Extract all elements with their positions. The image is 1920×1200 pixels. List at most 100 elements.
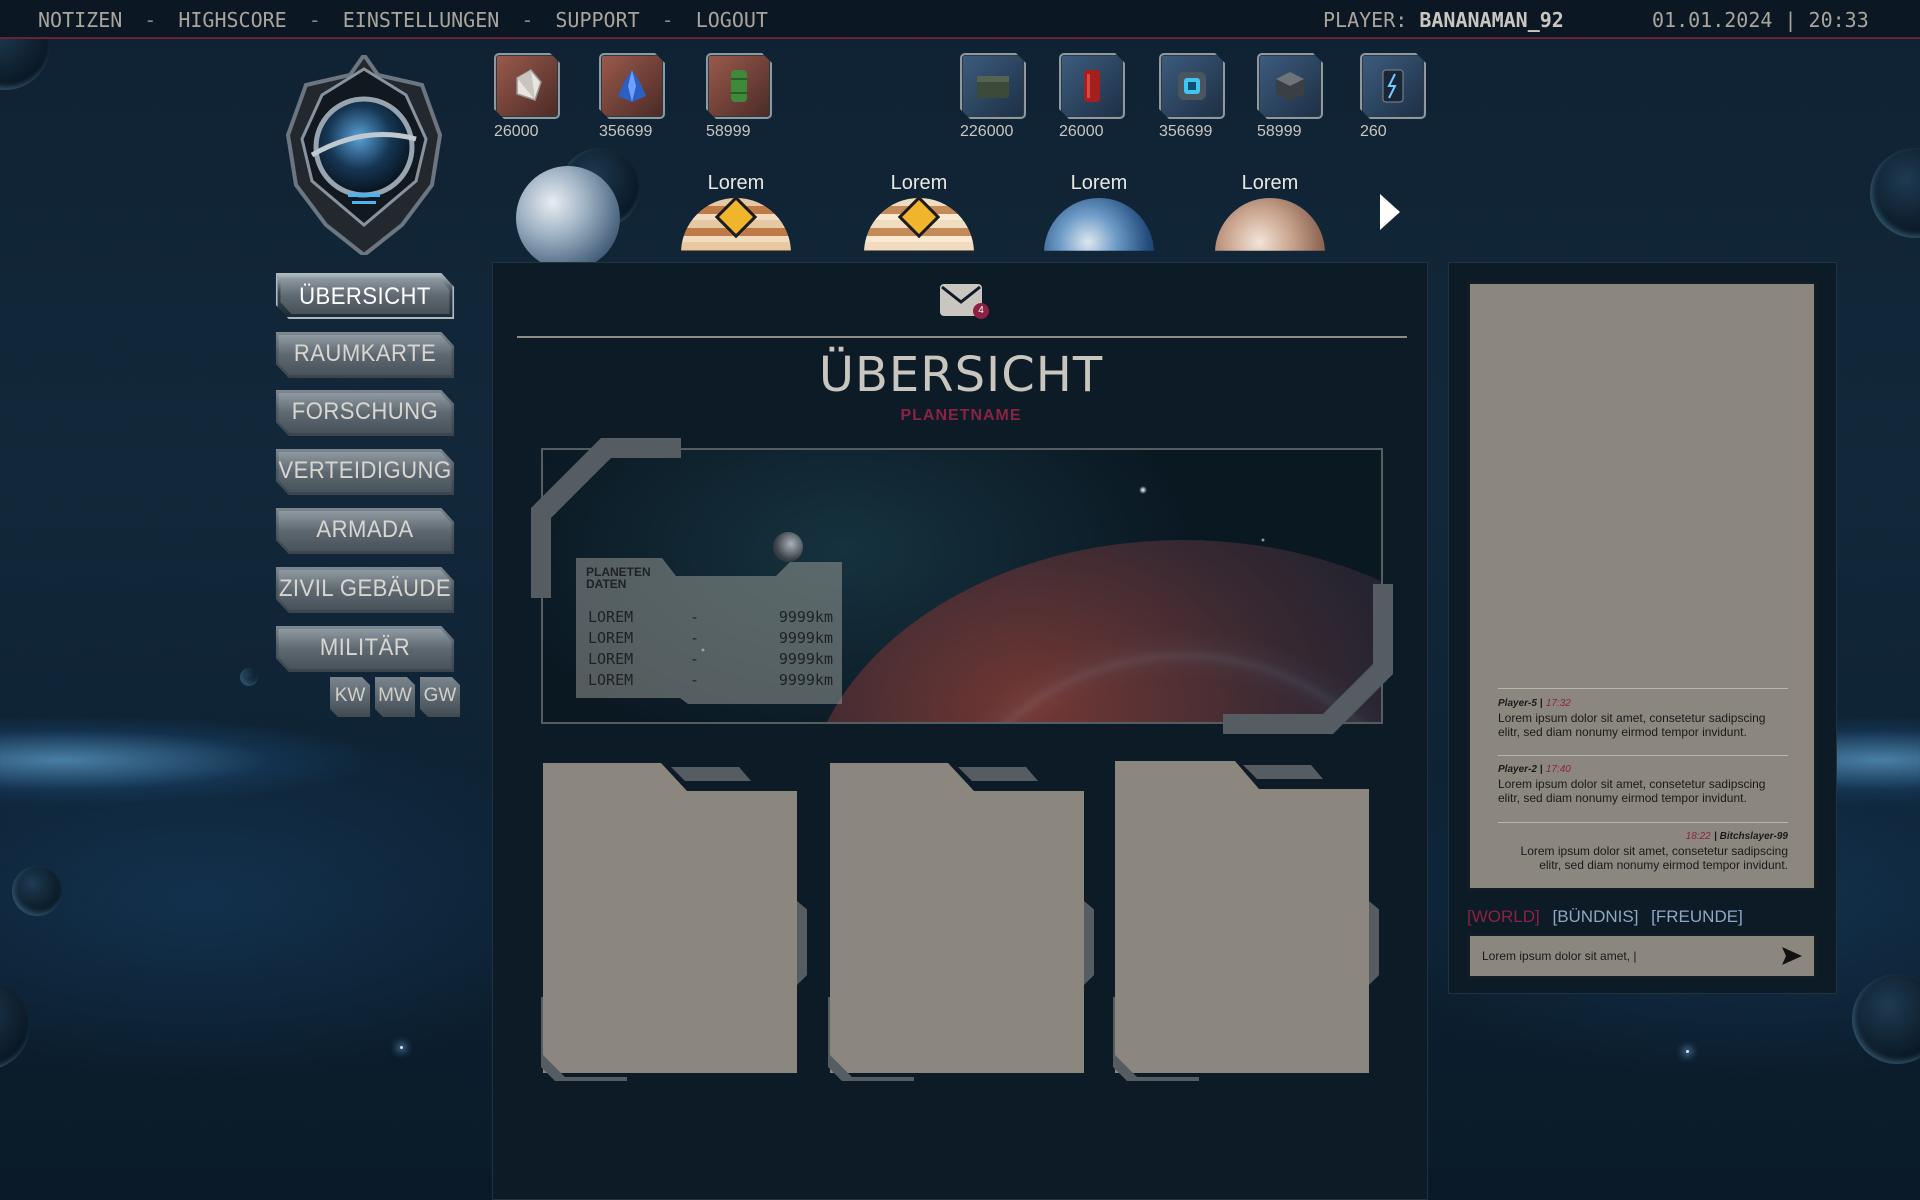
resource-crystal[interactable]: 26000: [494, 53, 560, 141]
moon: [773, 532, 803, 562]
player-label: PLAYER:: [1323, 8, 1408, 32]
tab-world[interactable]: [WORLD]: [1467, 907, 1540, 926]
resource-value: 58999: [706, 123, 751, 140]
chat-message-own: 18:22 | Bitchslayer-99 Lorem ipsum dolor…: [1498, 828, 1788, 872]
player-info: PLAYER: BANANAMAN_92: [1323, 8, 1564, 32]
background-planet: [240, 668, 258, 686]
info-card-2[interactable]: [828, 761, 1094, 1081]
nav-logout[interactable]: LOGOUT: [696, 8, 768, 32]
resource-value: 58999: [1257, 123, 1302, 140]
tab-freunde[interactable]: [FREUNDE]: [1651, 907, 1743, 926]
chat-message: Player-5 | 17:32 Lorem ipsum dolor sit a…: [1498, 695, 1788, 739]
divider: [517, 336, 1407, 338]
message-player: Player-5 |: [1498, 698, 1543, 709]
nav-notizen[interactable]: NOTIZEN: [38, 8, 122, 32]
message-separator: [1498, 822, 1788, 823]
card-frame: [541, 763, 807, 1081]
message-text: Lorem ipsum dolor sit amet, consetetur s…: [1498, 777, 1766, 805]
sidebar-item-raumkarte[interactable]: RAUMKARTE: [276, 332, 454, 378]
nav-support[interactable]: SUPPORT: [555, 8, 639, 32]
planet-label: Lorem: [1070, 172, 1128, 194]
nav-separator: -: [661, 8, 674, 32]
planet-data-title: PLANETEN DATEN: [586, 565, 651, 591]
lightning-cell-icon: [1360, 53, 1426, 119]
resource-green-barrel[interactable]: 58999: [706, 53, 772, 141]
message-player: Player-2 |: [1498, 764, 1543, 775]
chat-input[interactable]: Lorem ipsum dolor sit amet, |: [1467, 933, 1817, 979]
page-title: ÜBERSICHT: [818, 347, 1104, 403]
ammo-box-icon: [960, 53, 1026, 119]
crystal-icon: [494, 53, 560, 119]
top-nav: NOTIZEN - HIGHSCORE - EINSTELLUNGEN - SU…: [38, 8, 768, 32]
size-button-kw[interactable]: KW: [330, 677, 370, 717]
chat-message: Player-2 | 17:40 Lorem ipsum dolor sit a…: [1498, 761, 1788, 805]
chat-messages[interactable]: Player-5 | 17:32 Lorem ipsum dolor sit a…: [1467, 281, 1817, 891]
planet-banner: PLANETEN DATEN LOREM - 9999km LOREM - 99…: [531, 438, 1393, 734]
message-separator: [1498, 688, 1788, 689]
planet-data-panel: PLANETEN DATEN LOREM - 9999km LOREM - 99…: [576, 558, 842, 704]
planet-next-arrow-icon[interactable]: [1380, 194, 1400, 230]
nav-highscore[interactable]: HIGHSCORE: [178, 8, 286, 32]
resource-value: 356699: [599, 123, 653, 140]
planet-selector-1[interactable]: [516, 166, 620, 270]
red-canister-icon: [1059, 53, 1125, 119]
background-planet: [0, 980, 30, 1070]
green-barrel-icon: [706, 53, 772, 119]
card-frame: [828, 763, 1094, 1081]
nav-separator: -: [144, 8, 157, 32]
metal-cube-icon: [1257, 53, 1323, 119]
sidebar-item-verteidigung[interactable]: VERTEIDIGUNG: [276, 449, 454, 495]
tab-buendnis[interactable]: [BÜNDNIS]: [1552, 907, 1638, 926]
message-player: | Bitchslayer-99: [1714, 831, 1788, 842]
message-time: 17:32: [1545, 698, 1571, 709]
message-time: 17:40: [1545, 764, 1571, 775]
blue-crystal-icon: [599, 53, 665, 119]
top-bar: NOTIZEN - HIGHSCORE - EINSTELLUNGEN - SU…: [0, 0, 1920, 39]
resource-value: 260: [1360, 123, 1387, 140]
info-card-3[interactable]: [1113, 761, 1379, 1081]
message-time: 18:22: [1685, 831, 1711, 842]
nav-einstellungen[interactable]: EINSTELLUNGEN: [343, 8, 500, 32]
info-card-1[interactable]: [541, 761, 807, 1081]
size-button-mw[interactable]: MW: [375, 677, 415, 717]
background-planet: [1870, 148, 1920, 238]
size-button-gw[interactable]: GW: [420, 677, 460, 717]
mail-count-badge: 4: [973, 303, 989, 319]
sidebar-item-forschung[interactable]: FORSCHUNG: [276, 390, 454, 436]
resource-ammo-box[interactable]: 226000: [960, 53, 1026, 141]
resource-energy-core[interactable]: 356699: [1159, 53, 1225, 141]
message-text: Lorem ipsum dolor sit amet, consetetur s…: [1520, 844, 1788, 872]
frame-corner-bottom-right: [1223, 584, 1393, 734]
nav-separator: -: [308, 8, 321, 32]
send-icon[interactable]: [1781, 946, 1803, 966]
card-frame: [1113, 761, 1379, 1081]
planet-label: Lorem: [1241, 172, 1299, 194]
planet-name: PLANETNAME: [900, 407, 1022, 424]
main-panel: 4 ÜBERSICHT PLANETNAME PLANETEN DATEN LO…: [492, 262, 1428, 1200]
star: [1686, 1050, 1689, 1053]
resource-value: 26000: [1059, 123, 1104, 140]
resource-value: 226000: [960, 123, 1014, 140]
sidebar-item-uebersicht[interactable]: ÜBERSICHT: [276, 273, 454, 319]
sidebar-item-zivil-gebaeude[interactable]: ZIVIL GEBÄUDE: [276, 567, 454, 613]
player-name: BANANAMAN_92: [1419, 8, 1564, 32]
chat-panel: Player-5 | 17:32 Lorem ipsum dolor sit a…: [1448, 262, 1837, 994]
message-separator: [1498, 755, 1788, 756]
resource-value: 356699: [1159, 123, 1213, 140]
background-planet: [1852, 974, 1920, 1064]
planet-label: Lorem: [707, 172, 765, 194]
sidebar-item-militaer-gebaeude[interactable]: MILITÄR GEBÄUDE: [276, 626, 454, 672]
energy-core-icon: [1159, 53, 1225, 119]
nav-separator: -: [521, 8, 534, 32]
message-text: Lorem ipsum dolor sit amet, consetetur s…: [1498, 711, 1766, 739]
resource-lightning-cell[interactable]: 260: [1360, 53, 1426, 141]
resource-blue-crystal[interactable]: 356699: [599, 53, 665, 141]
sidebar-item-armada[interactable]: ARMADA: [276, 508, 454, 554]
background-planet: [12, 866, 62, 916]
chat-tabs: [WORLD] [BÜNDNIS] [FREUNDE]: [1467, 907, 1751, 927]
game-logo: [285, 55, 443, 255]
planet-label: Lorem: [890, 172, 948, 194]
star: [400, 1046, 403, 1049]
resource-metal-cube[interactable]: 58999: [1257, 53, 1323, 141]
resource-red-canister[interactable]: 26000: [1059, 53, 1125, 141]
